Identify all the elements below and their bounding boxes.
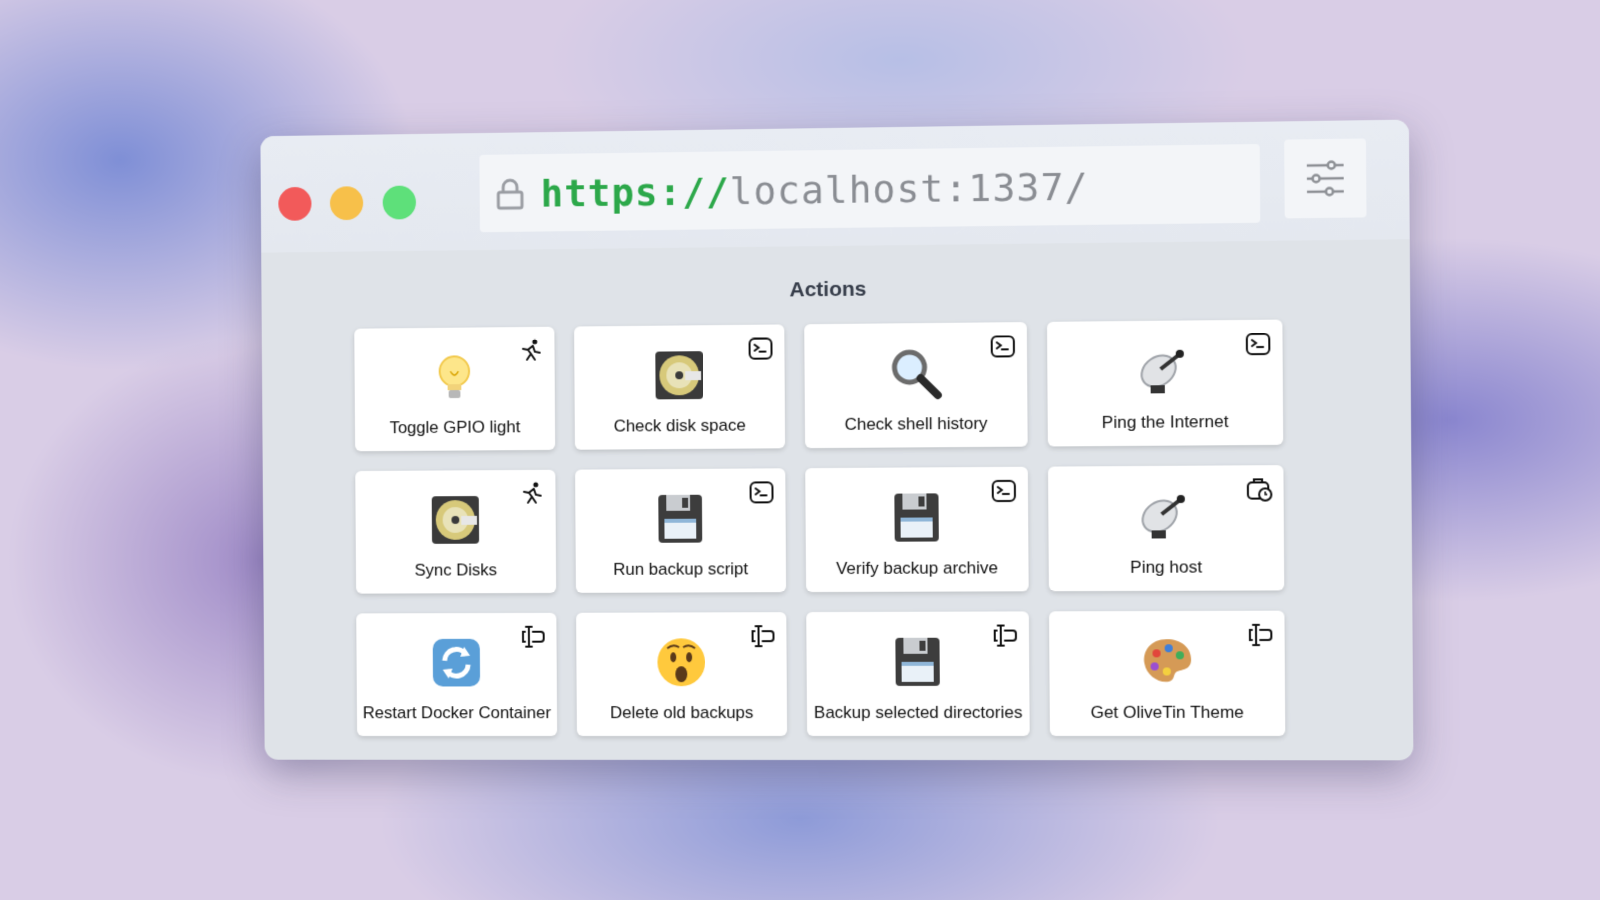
action-button[interactable]: Run backup script: [575, 468, 786, 593]
input-icon: [1246, 621, 1275, 649]
run-icon: [518, 480, 546, 508]
timed-icon: [1245, 475, 1274, 503]
action-button[interactable]: Check shell history: [804, 322, 1027, 448]
action-button[interactable]: Check disk space: [574, 324, 785, 449]
actions-grid: Toggle GPIO light Check disk space Check s…: [354, 320, 1285, 736]
satellite-dish-icon: [1137, 488, 1194, 545]
close-window-button[interactable]: [278, 187, 311, 221]
satellite-dish-icon: [1136, 343, 1193, 400]
action-label: Run backup script: [582, 559, 780, 579]
minimize-window-button[interactable]: [330, 186, 363, 220]
input-icon: [749, 622, 777, 650]
terminal-icon: [1244, 330, 1273, 359]
disc-icon: [428, 492, 483, 548]
action-button[interactable]: Get OliveTin Theme: [1049, 611, 1285, 736]
action-label: Ping host: [1055, 557, 1278, 577]
floppy-disk-icon: [889, 634, 946, 690]
action-button[interactable]: Toggle GPIO light: [354, 327, 555, 452]
sliders-icon: [1284, 138, 1366, 218]
magnifier-icon: [887, 345, 944, 402]
action-button[interactable]: Verify backup archive: [805, 467, 1028, 592]
section-title: Actions: [261, 272, 1410, 308]
action-label: Get OliveTin Theme: [1056, 703, 1279, 722]
address-bar[interactable]: https://localhost:1337/: [479, 144, 1260, 232]
terminal-icon: [747, 335, 775, 363]
action-label: Restart Docker Container: [363, 703, 551, 722]
floppy-disk-icon: [652, 491, 708, 547]
lightbulb-icon: [427, 349, 482, 405]
action-label: Sync Disks: [362, 560, 550, 580]
input-icon: [519, 623, 547, 651]
action-button[interactable]: Ping the Internet: [1047, 320, 1283, 447]
title-bar: https://localhost:1337/: [260, 120, 1409, 253]
input-icon: [991, 621, 1019, 649]
action-label: Ping the Internet: [1054, 412, 1277, 433]
terminal-icon: [748, 478, 776, 506]
url-scheme: https://: [540, 169, 729, 215]
terminal-icon: [989, 332, 1017, 360]
action-label: Backup selected directories: [813, 703, 1024, 722]
action-label: Verify backup archive: [812, 558, 1023, 578]
terminal-icon: [990, 477, 1018, 505]
action-button[interactable]: Delete old backups: [576, 612, 787, 736]
action-label: Check disk space: [581, 415, 779, 435]
action-label: Toggle GPIO light: [361, 417, 549, 437]
floppy-disk-icon: [888, 489, 945, 545]
palette-icon: [1138, 633, 1195, 690]
url-text: https://localhost:1337/: [540, 164, 1088, 215]
settings-button[interactable]: [1284, 138, 1366, 218]
action-label: Check shell history: [811, 414, 1022, 435]
maximize-window-button[interactable]: [383, 185, 416, 219]
main-content: Actions Toggle GPIO light Check disk spac…: [261, 239, 1413, 760]
url-host: localhost:1337/: [729, 164, 1088, 213]
action-label: Delete old backups: [583, 703, 781, 722]
action-button[interactable]: Ping host: [1048, 465, 1284, 591]
action-button[interactable]: Backup selected directories: [806, 611, 1029, 736]
surprised-face-icon: [653, 634, 709, 690]
action-button[interactable]: Sync Disks: [355, 470, 556, 594]
run-icon: [517, 337, 545, 365]
browser-window: https://localhost:1337/ Actions Toggle G…: [260, 120, 1413, 761]
disc-icon: [651, 347, 707, 403]
refresh-icon: [429, 635, 484, 691]
lock-icon: [495, 178, 525, 210]
action-button[interactable]: Restart Docker Container: [356, 613, 557, 736]
